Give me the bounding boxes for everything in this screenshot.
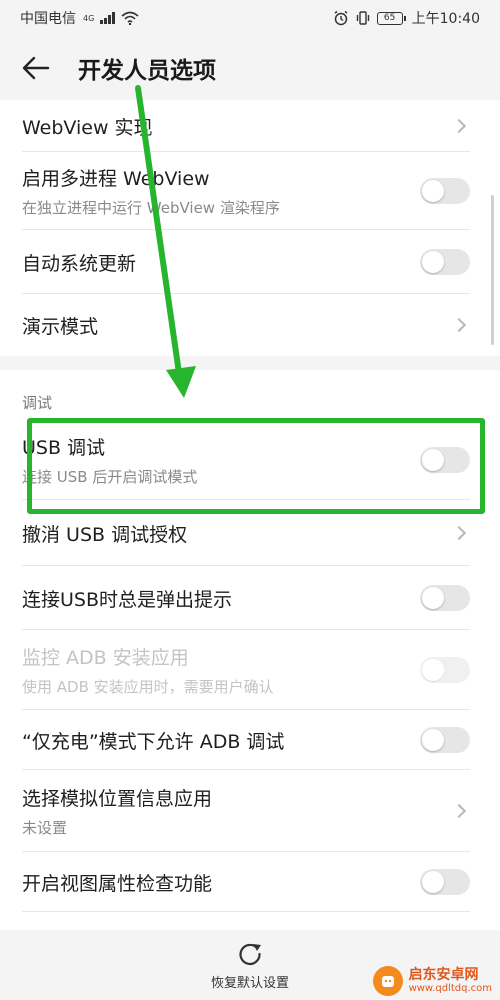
back-button[interactable]	[22, 53, 52, 83]
charge-only-adb-toggle[interactable]	[420, 727, 470, 753]
setting-subtitle: 在独立进程中运行 WebView 渲染程序	[22, 199, 280, 217]
setting-title: 监控 ADB 安装应用	[22, 647, 189, 669]
watermark: 启东安卓网 www.qdltdq.com	[372, 966, 492, 996]
setting-subtitle: 未设置	[22, 819, 68, 837]
view-attribute-inspection-toggle[interactable]	[420, 869, 470, 895]
setting-mock-location-app[interactable]: 选择模拟位置信息应用 未设置	[0, 770, 500, 852]
usb-connect-prompt-toggle[interactable]	[420, 585, 470, 611]
annotation-highlight-box	[27, 418, 485, 514]
setting-subtitle: 使用 ADB 安装应用时，需要用户确认	[22, 678, 274, 696]
vibrate-icon	[356, 11, 369, 25]
setting-monitor-adb-install: 监控 ADB 安装应用 使用 ADB 安装应用时，需要用户确认	[0, 630, 500, 710]
scroll-indicator[interactable]	[491, 195, 494, 345]
page-title: 开发人员选项	[78, 58, 216, 84]
setting-title: 启用多进程 WebView	[22, 168, 210, 190]
status-bar: 中国电信 4G 65 上午10:40	[0, 0, 500, 36]
setting-multiprocess-webview[interactable]: 启用多进程 WebView 在独立进程中运行 WebView 渲染程序	[0, 152, 500, 230]
signal-icon	[100, 12, 116, 24]
alarm-icon	[334, 10, 348, 26]
setting-charge-only-adb[interactable]: “仅充电”模式下允许 ADB 调试	[0, 710, 500, 770]
monitor-adb-install-toggle	[420, 657, 470, 683]
setting-view-attribute-inspection[interactable]: 开启视图属性检查功能	[0, 852, 500, 912]
status-right: 65 上午10:40	[333, 8, 480, 28]
battery-icon: 65	[376, 11, 406, 25]
battery-level: 65	[383, 13, 396, 23]
setting-title: 撤消 USB 调试授权	[22, 523, 188, 546]
watermark-url: www.qdltdq.com	[408, 983, 492, 995]
setting-title: 连接USB时总是弹出提示	[22, 588, 233, 611]
setting-auto-system-update[interactable]: 自动系统更新	[0, 230, 500, 294]
restore-icon	[239, 943, 261, 965]
setting-webview-impl[interactable]: WebView 实现	[0, 100, 500, 152]
setting-title: WebView 实现	[22, 116, 153, 139]
multiprocess-webview-toggle[interactable]	[420, 178, 470, 204]
status-left: 中国电信 4G	[20, 8, 139, 28]
setting-title: 演示模式	[22, 315, 99, 338]
chevron-right-icon	[451, 803, 467, 819]
app-header: 开发人员选项	[0, 36, 500, 100]
chevron-right-icon	[451, 525, 467, 541]
section-label-debug: 调试	[22, 394, 53, 412]
restore-defaults-label: 恢复默认设置	[210, 975, 289, 991]
chevron-right-icon	[451, 118, 467, 134]
carrier-name: 中国电信	[20, 11, 76, 27]
setting-title: 选择模拟位置信息应用	[22, 788, 213, 810]
setting-demo-mode[interactable]: 演示模式	[0, 294, 500, 356]
restore-defaults-button[interactable]: 恢复默认设置	[211, 940, 289, 991]
back-arrow-icon	[22, 56, 50, 80]
setting-title: 开启视图属性检查功能	[22, 872, 213, 895]
status-time: 上午10:40	[411, 11, 480, 27]
setting-title: 自动系统更新	[22, 252, 137, 275]
setting-title: “仅充电”模式下允许 ADB 调试	[22, 730, 285, 753]
setting-usb-connect-prompt[interactable]: 连接USB时总是弹出提示	[0, 566, 500, 630]
network-type: 4G	[83, 13, 95, 23]
watermark-logo-icon	[372, 966, 403, 996]
auto-system-update-toggle[interactable]	[420, 249, 470, 275]
watermark-name: 启东安卓网	[408, 966, 479, 983]
wifi-icon	[121, 11, 139, 25]
chevron-right-icon	[451, 317, 467, 333]
